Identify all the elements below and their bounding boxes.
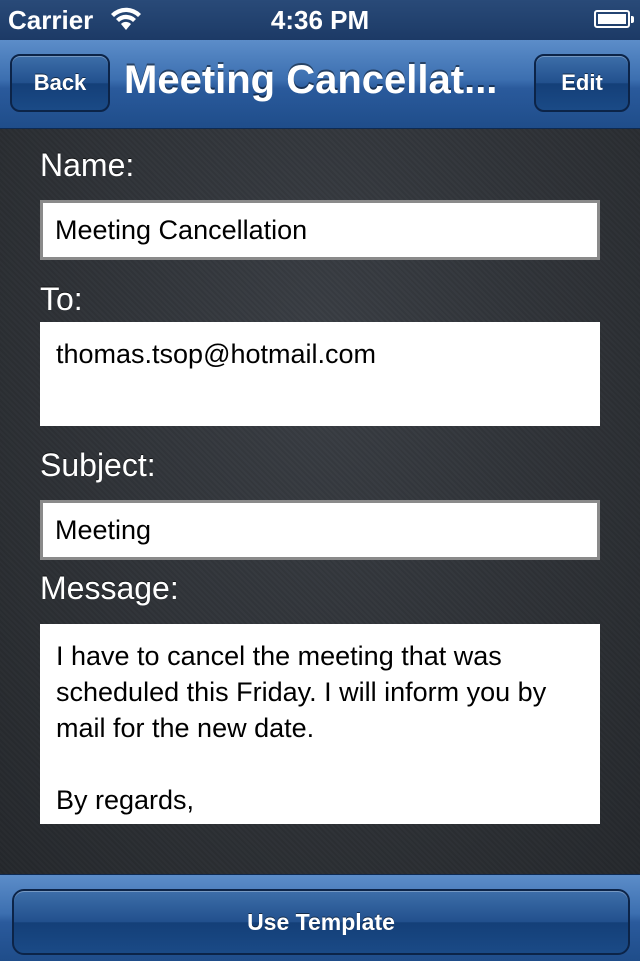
name-label: Name: (40, 147, 135, 183)
navigation-bar: Back Meeting Cancellat... Edit (0, 40, 640, 129)
status-bar: Carrier 4:36 PM (0, 0, 640, 40)
subject-field[interactable]: Meeting (40, 500, 600, 560)
template-form: Name: Meeting Cancellation To: thomas.ts… (0, 129, 640, 874)
page-title: Meeting Cancellat... (124, 58, 498, 102)
to-field[interactable]: thomas.tsop@hotmail.com (40, 322, 600, 426)
name-field[interactable]: Meeting Cancellation (40, 200, 600, 260)
clock: 4:36 PM (270, 5, 370, 35)
bottom-toolbar: Use Template (0, 874, 640, 961)
battery-icon (594, 10, 634, 28)
message-label: Message: (40, 570, 179, 606)
subject-label: Subject: (40, 447, 156, 483)
message-field[interactable]: I have to cancel the meeting that was sc… (40, 624, 600, 824)
use-template-button[interactable]: Use Template (12, 889, 630, 955)
to-label: To: (40, 281, 83, 317)
edit-button[interactable]: Edit (534, 54, 630, 112)
back-button[interactable]: Back (10, 54, 110, 112)
